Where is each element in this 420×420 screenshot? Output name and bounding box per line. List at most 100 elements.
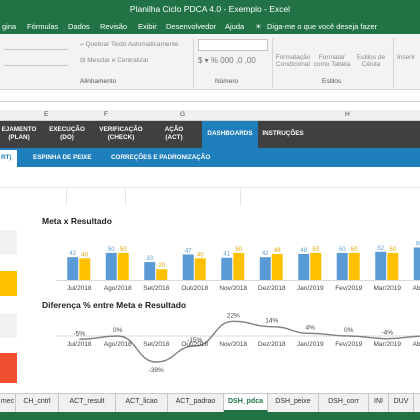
number-format-select[interactable]	[198, 39, 268, 51]
bar-chart: 42 40 Jul/2018 50 50 Ago/2018 33 20 Set/2018 47 40…	[56, 241, 420, 292]
subnav-pdca[interactable]: RT)	[1, 154, 12, 161]
nav-execucao[interactable]: EXECUÇÃO (DO)	[38, 121, 96, 148]
tick-label: Mar/2019	[374, 285, 402, 292]
tab-desenvolvedor[interactable]: Desenvolvedor	[166, 22, 216, 31]
data-label: 50	[108, 247, 115, 253]
tick-label: Ago/2018	[104, 341, 132, 348]
sheet-tab[interactable]: ACT_licao	[116, 394, 168, 412]
indent-icons[interactable]	[4, 56, 68, 66]
insert-button[interactable]: Inserir	[397, 54, 415, 61]
tab-exibir[interactable]: Exibir	[138, 22, 157, 31]
bar	[79, 258, 91, 280]
tick-label: Dez/2018	[258, 285, 286, 292]
bar	[336, 252, 348, 280]
tick-label: Ago/2018	[104, 285, 132, 292]
tick-label: Jan/2019	[297, 341, 324, 348]
sheet-tabs: mec CH_cntrl ACT_result ACT_licao ACT_padrao…	[0, 393, 420, 412]
data-label: 47	[185, 248, 192, 254]
title-bar: Planilha Ciclo PDCA 4.0 - Exemplo - Exce…	[0, 0, 420, 19]
kpi-card-yellow	[0, 271, 17, 296]
data-label: 0%	[344, 327, 354, 334]
bar	[144, 262, 156, 280]
tick-label: Fev/2019	[335, 341, 362, 348]
column-headers: E F G H	[0, 110, 420, 121]
tab-formulas[interactable]: Fórmulas	[27, 22, 58, 31]
nav-acao[interactable]: AÇÃO (ACT)	[146, 121, 202, 148]
merge-center-button[interactable]: ⊟ Mesclar e Centralizar	[80, 56, 149, 64]
tick-label: Jan/2019	[297, 285, 324, 292]
currency-percent-icons[interactable]: $ ▾ % 000 ,0 ,00	[198, 56, 256, 65]
bar	[221, 257, 233, 280]
data-label: 33	[146, 256, 153, 262]
data-label: 40	[197, 252, 204, 258]
sheet-gridline	[0, 187, 420, 206]
bar	[413, 247, 420, 280]
data-label: 20	[158, 263, 165, 269]
data-label: 48	[274, 248, 281, 254]
bar	[105, 252, 117, 280]
window-title: Planilha Ciclo PDCA 4.0 - Exemplo - Exce…	[129, 4, 291, 14]
sheet-tab[interactable]: INI	[369, 394, 389, 412]
tick-label: Set/2018	[143, 341, 169, 348]
tick-label: Nov/2018	[219, 341, 247, 348]
sheet-tab[interactable]: DSH_pdca	[224, 394, 268, 412]
tell-me-input[interactable]: Diga-me o que você deseja fazer	[267, 22, 377, 31]
sheet-tab[interactable]: ACT_padrao	[168, 394, 224, 412]
alignment-group-label: Alinhamento	[80, 78, 117, 85]
divider	[393, 38, 394, 88]
column-header[interactable]: G	[180, 111, 185, 118]
kpi-card-red	[0, 353, 17, 383]
nav-planejamento[interactable]: EJAMENTO (PLAN)	[0, 121, 38, 148]
bar	[348, 252, 360, 280]
divider	[193, 38, 194, 88]
data-label: 60	[416, 241, 420, 247]
column-header[interactable]: F	[104, 111, 108, 118]
column-header[interactable]: H	[345, 111, 350, 118]
sheet-tab[interactable]: CH_cntrl	[16, 394, 59, 412]
formula-bar[interactable]	[0, 90, 420, 102]
tick-label: Jul/2018	[67, 285, 92, 292]
format-table-button[interactable]: Formatar como Tabela	[313, 54, 351, 68]
subnav-correcoes[interactable]: CORREÇÕES E PADRONIZAÇÃO	[111, 154, 210, 161]
nav-instrucoes[interactable]: INSTRUÇÕES	[258, 121, 308, 148]
cell-styles-button[interactable]: Estilos de Célula	[352, 54, 390, 68]
tab-layout[interactable]: gina	[2, 22, 16, 31]
data-label: 48	[300, 248, 307, 254]
dashboard-subnav: RT) ESPINHA DE PEIXE CORREÇÕES E PADRONI…	[0, 148, 420, 167]
data-label: 52	[377, 246, 384, 252]
nav-verificacao[interactable]: VERIFICAÇÃO (CHECK)	[96, 121, 146, 148]
tab-revisao[interactable]: Revisão	[100, 22, 127, 31]
data-label: 50	[351, 247, 358, 253]
tab-ajuda[interactable]: Ajuda	[225, 22, 244, 31]
sheet-tab[interactable]: DUV	[389, 394, 414, 412]
status-bar	[0, 412, 420, 420]
data-label: 50	[235, 247, 242, 253]
tick-label: Nov/2018	[219, 285, 247, 292]
orientation-icon[interactable]	[4, 40, 68, 50]
cond-format-button[interactable]: Formatação Condicional	[274, 54, 312, 68]
bar	[233, 252, 245, 280]
data-label: -4%	[381, 330, 393, 337]
styles-group-label: Estilos	[322, 78, 342, 85]
pdca-nav-bar: EJAMENTO (PLAN) EXECUÇÃO (DO) VERIFICAÇÃO(…	[0, 121, 420, 148]
tab-dados[interactable]: Dados	[68, 22, 90, 31]
divider	[272, 38, 273, 88]
kpi-card	[0, 314, 17, 338]
subnav-espinha[interactable]: ESPINHA DE PEIXE	[33, 154, 92, 161]
bar	[375, 251, 387, 280]
bar	[117, 252, 129, 280]
tick-label: Jul/2018	[67, 341, 92, 348]
nav-dashboards[interactable]: DASHBOARDS	[202, 121, 258, 148]
data-label: 50	[389, 247, 396, 253]
column-header[interactable]: E	[44, 111, 48, 118]
wrap-text-button[interactable]: ⤶ Quebrar Texto Automaticamente	[80, 41, 179, 49]
bar	[271, 253, 283, 280]
sheet-tab[interactable]: ACT_result	[59, 394, 116, 412]
number-group-label: Número	[215, 78, 239, 85]
sheet-tab[interactable]: DSH_corr	[319, 394, 369, 412]
bar	[67, 257, 79, 280]
sheet-tab[interactable]: DSH_peixe	[268, 394, 319, 412]
data-label: 50	[312, 247, 319, 253]
bar	[156, 269, 168, 280]
sheet-tab[interactable]: mec	[0, 394, 16, 412]
